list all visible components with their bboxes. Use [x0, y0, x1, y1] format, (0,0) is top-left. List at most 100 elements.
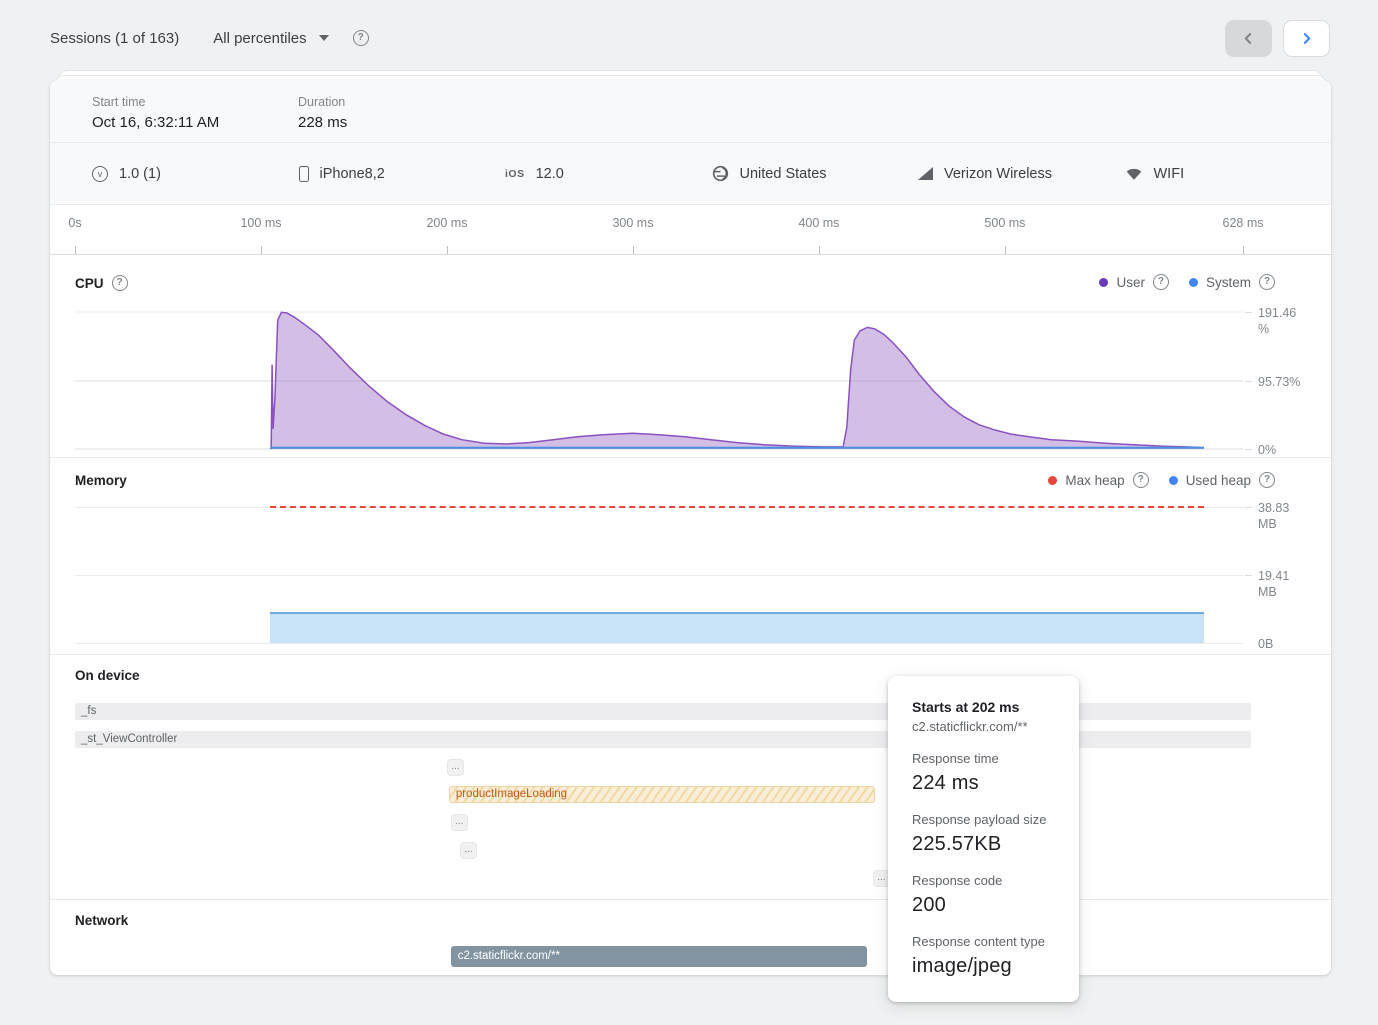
timeline-tick-mark	[1243, 246, 1244, 254]
next-session-button[interactable]	[1283, 20, 1330, 57]
legend-dot-icon	[1169, 476, 1178, 485]
tooltip-field-value: 200	[912, 894, 1055, 917]
network-heading: Network	[75, 913, 128, 928]
memory-axis-zero-label: 0B	[1258, 636, 1308, 652]
memory-axis-max-label: 38.83 MB	[1258, 500, 1308, 532]
memory-gridline	[75, 643, 1243, 644]
collapsed-traces-chip[interactable]: ...	[460, 842, 477, 859]
used-heap-bar[interactable]	[270, 612, 1204, 643]
axis-dash	[1245, 507, 1252, 508]
axis-dash	[1245, 575, 1252, 576]
legend-help-icon[interactable]: ?	[1259, 472, 1275, 488]
memory-axis-mid-label: 19.41 MB	[1258, 568, 1308, 600]
start-time-label: Start time	[92, 95, 219, 109]
cpu-section: CPU ? User?System? 191.46 % 95.73% 0%	[50, 255, 1331, 458]
cpu-axis-max-label: 191.46 %	[1258, 305, 1308, 337]
legend-help-icon[interactable]: ?	[1153, 274, 1169, 290]
ios-icon: iOS	[505, 168, 525, 180]
timeline-tick-label: 500 ms	[984, 216, 1025, 230]
legend-dot-icon	[1189, 278, 1198, 287]
memory-axis-tick: 38.83 MB	[1245, 500, 1308, 532]
collapsed-traces-chip[interactable]: ...	[447, 759, 464, 776]
duration-label: Duration	[298, 95, 347, 109]
timeline-tick-label: 628 ms	[1223, 216, 1264, 230]
request-tooltip: Starts at 202 ms c2.staticflickr.com/** …	[888, 676, 1079, 1002]
tooltip-field-label: Response code	[912, 873, 1055, 888]
legend-dot-icon	[1099, 278, 1108, 287]
legend-label: Max heap	[1065, 473, 1124, 488]
session-nav	[1225, 20, 1330, 57]
sessions-count-label: Sessions (1 of 163)	[50, 30, 179, 47]
legend-help-icon[interactable]: ?	[1259, 274, 1275, 290]
tooltip-field-label: Response content type	[912, 934, 1055, 949]
on-device-heading: On device	[75, 668, 140, 683]
tooltip-field-value: 225.57KB	[912, 833, 1055, 856]
memory-title: Memory	[75, 473, 127, 488]
axis-dash	[1245, 449, 1252, 450]
max-heap-line[interactable]	[270, 506, 1204, 508]
timeline-tick-mark	[633, 246, 634, 254]
legend-dot-icon	[1048, 476, 1057, 485]
timeline-ruler[interactable]: 0s100 ms200 ms300 ms400 ms500 ms628 ms	[50, 205, 1331, 255]
duration-value: 228 ms	[298, 114, 347, 131]
cpu-title: CPU	[75, 276, 104, 291]
chevron-down-icon	[319, 35, 329, 41]
cpu-chart[interactable]	[75, 310, 1243, 451]
memory-legend-max-heap: Max heap?	[1048, 472, 1148, 488]
cell-signal-icon	[918, 167, 933, 180]
timeline-tick-mark	[819, 246, 820, 254]
os-version-value: 12.0	[536, 166, 564, 182]
memory-section: Memory Max heap?Used heap? 38.83 MB 19.4…	[50, 458, 1331, 655]
cpu-legend-system: System?	[1189, 274, 1275, 290]
memory-legend-used-heap: Used heap?	[1169, 472, 1275, 488]
network-section: Network c2.staticflickr.com/**	[50, 900, 1331, 975]
tooltip-field-label: Response time	[912, 751, 1055, 766]
device-model-item: iPhone8,2	[299, 166, 506, 182]
country-item: United States	[712, 165, 919, 182]
legend-label: Used heap	[1186, 473, 1251, 488]
timeline-tick-mark	[447, 246, 448, 254]
cpu-axis-mid-label: 95.73%	[1258, 374, 1308, 390]
tooltip-field-label: Response payload size	[912, 812, 1055, 827]
tooltip-title: Starts at 202 ms	[912, 699, 1055, 715]
memory-gridline	[75, 575, 1243, 576]
memory-axis-tick: 19.41 MB	[1245, 568, 1308, 600]
carrier-item: Verizon Wireless	[918, 166, 1125, 182]
globe-icon	[712, 165, 729, 182]
radio-item: WIFI	[1125, 166, 1332, 182]
axis-dash	[1245, 381, 1252, 382]
help-icon[interactable]: ?	[353, 30, 369, 46]
network-request-bar[interactable]: c2.staticflickr.com/**	[451, 946, 868, 967]
tooltip-field-value: image/jpeg	[912, 955, 1055, 978]
on-device-section: On device _fs_st_ViewController...produc…	[50, 655, 1331, 900]
cpu-axis-zero-label: 0%	[1258, 442, 1308, 458]
legend-help-icon[interactable]: ?	[1133, 472, 1149, 488]
session-meta-header: Start time Oct 16, 6:32:11 AM Duration 2…	[50, 80, 1331, 143]
os-version-item: iOS 12.0	[505, 166, 712, 182]
legend-label: User	[1116, 275, 1145, 290]
tooltip-field-value: 224 ms	[912, 772, 1055, 795]
country-value: United States	[740, 166, 827, 182]
app-version-value: 1.0 (1)	[119, 166, 161, 182]
previous-session-button[interactable]	[1225, 20, 1272, 57]
app-version-item: v 1.0 (1)	[92, 166, 299, 182]
timeline-tick-mark	[261, 246, 262, 254]
timeline-tick-mark	[1005, 246, 1006, 254]
device-attributes-row: v 1.0 (1) iPhone8,2 iOS 12.0 United Stat…	[50, 143, 1331, 205]
timeline-tick-label: 0s	[68, 216, 81, 230]
collapsed-traces-chip[interactable]: ...	[451, 814, 468, 831]
device-model-value: iPhone8,2	[320, 166, 385, 182]
chevron-left-icon	[1242, 32, 1255, 45]
chevron-right-icon	[1300, 32, 1313, 45]
tooltip-url: c2.staticflickr.com/**	[912, 719, 1055, 734]
cpu-axis-tick: 95.73%	[1245, 374, 1308, 390]
legend-label: System	[1206, 275, 1251, 290]
cpu-axis-tick: 191.46 %	[1245, 305, 1308, 337]
toolbar: Sessions (1 of 163) All percentiles ?	[0, 0, 1378, 76]
percentiles-dropdown[interactable]: All percentiles	[213, 30, 328, 47]
memory-legend: Max heap?Used heap?	[1048, 472, 1275, 488]
timeline-tick-label: 300 ms	[612, 216, 653, 230]
wifi-icon	[1125, 166, 1143, 181]
cpu-help-icon[interactable]: ?	[112, 275, 128, 291]
custom-trace-bar[interactable]: productImageLoading	[449, 786, 875, 803]
